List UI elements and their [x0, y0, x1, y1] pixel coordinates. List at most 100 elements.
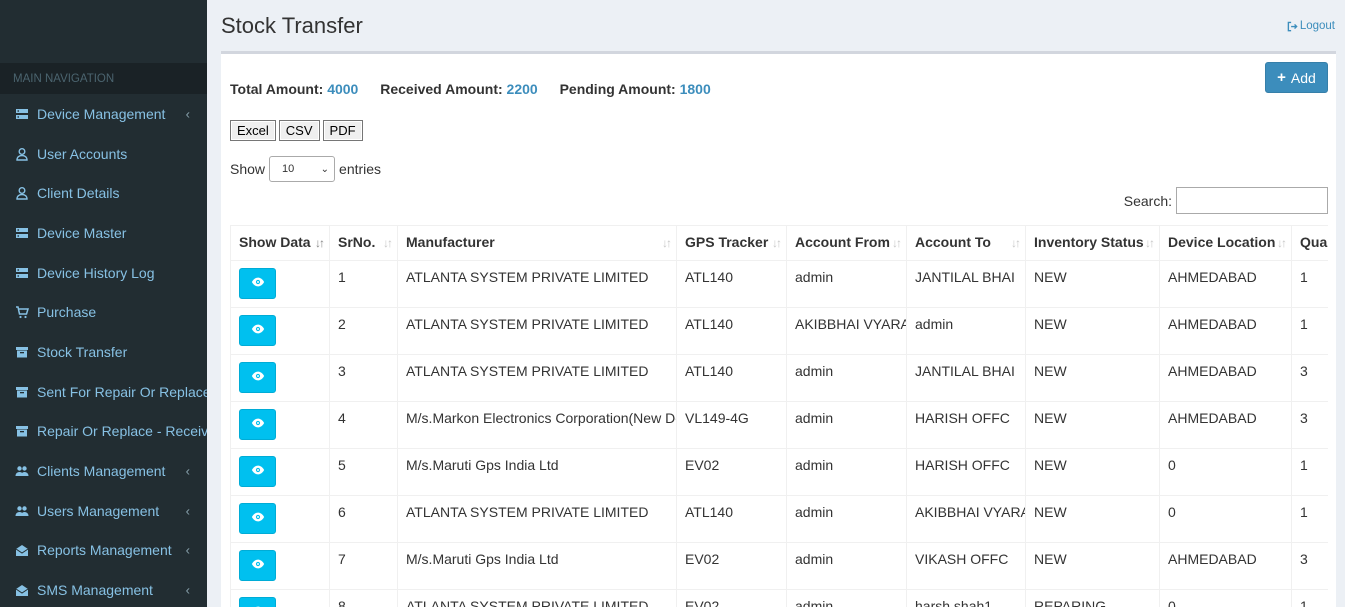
column-header-manufacturer[interactable]: Manufacturer ↓↑ — [397, 225, 677, 261]
table-cell: 7 — [329, 542, 398, 590]
show-data-cell — [230, 307, 330, 355]
sort-icon: ↓↑ — [1277, 236, 1287, 250]
table-cell: 8 — [329, 589, 398, 607]
table-cell: 1 — [329, 260, 398, 308]
archive-icon — [15, 345, 29, 359]
stock-transfer-table: Show Data ↓↑ SrNo. ↓↑ Manufacturer ↓↑ GPS Trac… — [230, 225, 1328, 607]
table-row: 1 ATLANTA SYSTEM PRIVATE LIMITED ATL140 adm… — [230, 260, 1328, 308]
view-button[interactable] — [239, 597, 276, 607]
eye-icon — [251, 510, 265, 527]
column-header-device-location[interactable]: Device Location ↓↑ — [1159, 225, 1292, 261]
table-cell: admin — [786, 495, 907, 543]
sidebar-item-client-details[interactable]: Client Details — [0, 173, 207, 213]
table-cell: M/s.Markon Electronics Corporation(New D… — [397, 401, 677, 449]
table-row: 4 M/s.Markon Electronics Corporation(New … — [230, 401, 1328, 449]
pending-amount-value: 1800 — [679, 81, 711, 97]
table-cell: REPARING — [1025, 589, 1160, 607]
column-header-gps-tracker[interactable]: GPS Tracker ↓↑ — [676, 225, 787, 261]
eye-icon — [251, 322, 265, 339]
sidebar: MAIN NAVIGATION Device Management ‹ User A… — [0, 0, 207, 607]
view-button[interactable] — [239, 315, 276, 346]
archive-icon — [15, 385, 29, 399]
main-content: Stock Transfer Logout Total Amount: 4000… — [207, 0, 1345, 607]
column-header-label: SrNo. — [338, 234, 376, 250]
sidebar-item-device-management[interactable]: Device Management ‹ — [0, 94, 207, 134]
table-cell: HARISH OFFC — [906, 401, 1026, 449]
sidebar-item-label: Users Management — [37, 502, 160, 519]
users-icon — [15, 504, 29, 518]
total-amount-label: Total Amount: — [230, 81, 324, 97]
table-cell: ATLANTA SYSTEM PRIVATE LIMITED — [397, 495, 677, 543]
table-cell: 4 — [329, 401, 398, 449]
sidebar-item-label: Repair Or Replace - Received — [37, 423, 207, 440]
show-data-cell — [230, 495, 330, 543]
view-button[interactable] — [239, 268, 276, 299]
view-button[interactable] — [239, 409, 276, 440]
entries-select[interactable]: 10 ⌄ — [269, 156, 336, 182]
sidebar-item-users-management[interactable]: Users Management ‹ — [0, 491, 207, 531]
logout-link[interactable]: Logout — [1287, 20, 1335, 32]
export-csv-button[interactable]: CSV — [278, 120, 320, 141]
sort-asc-icon: ↓↑ — [315, 236, 325, 250]
show-data-cell — [230, 589, 330, 607]
search-input[interactable] — [1176, 187, 1328, 214]
view-button[interactable] — [239, 550, 276, 581]
table-cell: ATL140 — [676, 354, 787, 402]
export-excel-button[interactable]: Excel — [230, 120, 276, 141]
table-cell: JANTILAL BHAI — [906, 260, 1026, 308]
sidebar-item-repair-or-replace-received[interactable]: Repair Or Replace - Received — [0, 412, 207, 452]
show-data-cell — [230, 401, 330, 449]
users-icon — [15, 464, 29, 478]
export-buttons: Excel CSV PDF — [230, 120, 363, 141]
column-header-show-data[interactable]: Show Data ↓↑ — [230, 225, 330, 261]
received-amount-value: 2200 — [506, 81, 538, 97]
sidebar-item-label: Client Details — [37, 185, 120, 202]
column-header-label: Manufacturer — [406, 234, 495, 250]
table-row: 8 ATLANTA SYSTEM PRIVATE LIMITED EV02 admin… — [230, 589, 1328, 607]
received-amount-label: Received Amount: — [380, 81, 503, 97]
sidebar-item-label: Stock Transfer — [37, 343, 128, 360]
plus-icon: + — [1277, 69, 1286, 86]
show-data-cell — [230, 354, 330, 402]
sort-icon: ↓↑ — [772, 236, 782, 250]
table-cell: admin — [786, 354, 907, 402]
sidebar-item-device-history-log[interactable]: Device History Log — [0, 253, 207, 293]
logout-label: Logout — [1299, 20, 1335, 32]
column-header-inventory-status[interactable]: Inventory Status ↓↑ — [1025, 225, 1160, 261]
sidebar-item-label: User Accounts — [37, 145, 128, 162]
table-cell: admin — [906, 307, 1026, 355]
view-button[interactable] — [239, 503, 276, 534]
sidebar-item-clients-management[interactable]: Clients Management ‹ — [0, 451, 207, 491]
table-cell: harsh shah1 — [906, 589, 1026, 607]
nav-header: MAIN NAVIGATION — [0, 63, 207, 94]
table-cell: 0 — [1159, 495, 1292, 543]
add-button[interactable]: + Add — [1265, 62, 1328, 93]
sidebar-item-sent-for-repair-or-replace[interactable]: Sent For Repair Or Replace — [0, 372, 207, 412]
export-pdf-button[interactable]: PDF — [322, 120, 363, 141]
column-header-account-to[interactable]: Account To ↓↑ — [906, 225, 1026, 261]
view-button[interactable] — [239, 456, 276, 487]
column-header-quantity[interactable]: Quantity — [1291, 225, 1328, 261]
sidebar-item-label: Clients Management — [37, 463, 166, 480]
table-cell: ATLANTA SYSTEM PRIVATE LIMITED — [397, 307, 677, 355]
table-cell: NEW — [1025, 401, 1160, 449]
view-button[interactable] — [239, 362, 276, 393]
sidebar-item-label: Reports Management — [37, 542, 172, 559]
table-cell: NEW — [1025, 260, 1160, 308]
chevron-left-icon: ‹ — [185, 463, 190, 479]
eye-icon — [251, 369, 265, 386]
column-header-srno[interactable]: SrNo. ↓↑ — [329, 225, 398, 261]
sidebar-item-purchase[interactable]: Purchase — [0, 292, 207, 332]
sidebar-item-user-accounts[interactable]: User Accounts — [0, 134, 207, 174]
table-cell: ATLANTA SYSTEM PRIVATE LIMITED — [397, 354, 677, 402]
column-header-account-from[interactable]: Account From ↓↑ — [786, 225, 907, 261]
sidebar-item-device-master[interactable]: Device Master — [0, 213, 207, 253]
show-data-cell — [230, 448, 330, 496]
sidebar-item-label: Purchase — [37, 304, 97, 321]
table-cell: 1 — [1291, 589, 1328, 607]
cart-icon — [15, 305, 29, 319]
sidebar-item-reports-management[interactable]: Reports Management ‹ — [0, 531, 207, 571]
sidebar-item-sms-management[interactable]: SMS Management ‹ — [0, 570, 207, 607]
sort-icon: ↓↑ — [662, 236, 672, 250]
sidebar-item-stock-transfer[interactable]: Stock Transfer — [0, 332, 207, 372]
